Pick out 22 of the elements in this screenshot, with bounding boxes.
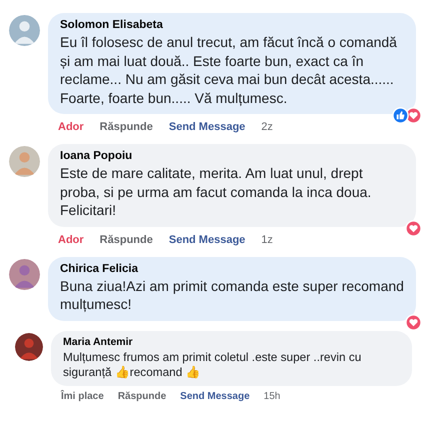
- send-message-link[interactable]: Send Message: [180, 390, 250, 402]
- author-name[interactable]: Ioana Popoiu: [60, 150, 404, 162]
- author-name[interactable]: Maria Antemir: [63, 336, 400, 348]
- comment-time: 1z: [261, 234, 273, 246]
- send-message-link[interactable]: Send Message: [168, 234, 246, 246]
- reply-link[interactable]: Răspunde: [100, 121, 153, 133]
- comment-text: Eu îl folosesc de anul trecut, am făcut încă o comandă și am mai luat două.. Este foarte bun, exact ca în reclame... Nu am găsit ceva mai bun decât acesta...... Foarte, foarte bun..... Vă mulțumesc.: [60, 33, 398, 107]
- reply-link[interactable]: Răspunde: [118, 390, 166, 402]
- react-link[interactable]: Ador: [58, 234, 84, 246]
- comment-text: Mulțumesc frumos am primit coletul .este super ..revin cu siguranță 👍recomand 👍: [63, 350, 362, 380]
- author-name[interactable]: Solomon Elisabeta: [60, 19, 404, 31]
- comment-text: Buna ziua!Azi am primit comanda este super recomand mulțumesc!: [60, 276, 404, 314]
- reply-link[interactable]: Răspunde: [100, 234, 153, 246]
- react-link[interactable]: Ador: [58, 121, 84, 133]
- comment-time: 2z: [261, 121, 273, 133]
- react-link[interactable]: Îmi place: [61, 390, 104, 402]
- comment-time: 15h: [264, 390, 280, 402]
- send-message-link[interactable]: Send Message: [168, 121, 246, 133]
- comment-text: Este de mare calitate, merita. Am luat unul, drept proba, si pe urma am facut comanda la inca doua. Felicitari!: [60, 164, 372, 220]
- author-name[interactable]: Chirica Felicia: [60, 262, 404, 274]
- avatar-icon[interactable]: [9, 258, 40, 290]
- avatar-icon[interactable]: [15, 332, 43, 360]
